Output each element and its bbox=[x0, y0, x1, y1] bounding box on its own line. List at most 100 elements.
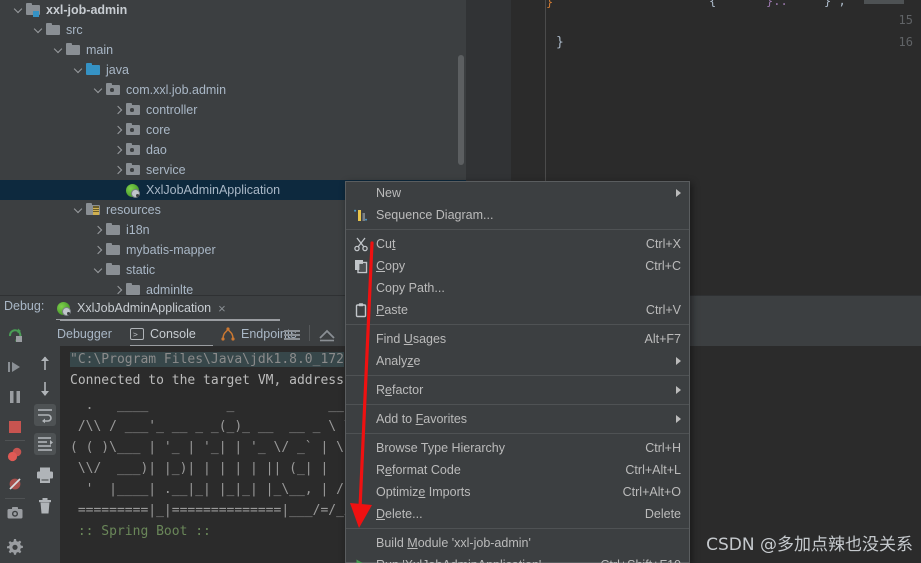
tree-item-label: dao bbox=[146, 143, 167, 157]
spring-boot-icon bbox=[56, 300, 72, 316]
watermark: CSDN @多加点辣也没关系 bbox=[706, 535, 913, 555]
tree-item-dao[interactable]: dao bbox=[0, 140, 466, 160]
run-icon bbox=[353, 557, 369, 563]
chevron-down-icon[interactable] bbox=[32, 24, 44, 36]
tree-item-service[interactable]: service bbox=[0, 160, 466, 180]
settings-icon[interactable] bbox=[5, 537, 25, 557]
tree-item-label: service bbox=[146, 163, 186, 177]
scroll-up-icon[interactable] bbox=[34, 353, 56, 375]
menu-item-delete[interactable]: Delete... Delete bbox=[346, 503, 689, 525]
paste-icon bbox=[353, 302, 369, 318]
code-fragment-top-3: }.. bbox=[766, 0, 788, 8]
menu-item-cut[interactable]: Cut Ctrl+X bbox=[346, 233, 689, 255]
tree-item-label: xxl-job-admin bbox=[46, 3, 128, 17]
menu-item-label: Cut bbox=[376, 237, 396, 251]
context-menu[interactable]: New Sequence Diagram... Cut Ctrl+X Copy Ctrl+… bbox=[345, 181, 690, 563]
menu-item-new[interactable]: New bbox=[346, 182, 689, 204]
submenu-arrow-icon bbox=[676, 386, 681, 394]
submenu-arrow-icon bbox=[676, 189, 681, 197]
screenshot-icon[interactable] bbox=[5, 503, 25, 523]
tree-item-src[interactable]: src bbox=[0, 20, 466, 40]
code-fragment-top-2: { bbox=[709, 0, 717, 8]
package-icon bbox=[105, 82, 121, 98]
menu-item-copy-path[interactable]: Copy Path... bbox=[346, 277, 689, 299]
chevron-right-icon[interactable] bbox=[92, 224, 104, 236]
menu-separator bbox=[346, 324, 689, 325]
tree-item-com-xxl-job-admin[interactable]: com.xxl.job.admin bbox=[0, 80, 466, 100]
console-actions-toolbar[interactable] bbox=[30, 320, 60, 563]
resume-program-icon[interactable] bbox=[5, 357, 25, 377]
console-icon: > bbox=[130, 328, 144, 340]
copy-icon bbox=[353, 258, 369, 274]
chevron-down-icon[interactable] bbox=[72, 204, 84, 216]
menu-item-run-xxljobadminapplication[interactable]: Run 'XxlJobAdminApplication' Ctrl+Shift+F… bbox=[346, 554, 689, 563]
menu-item-label: Analyze bbox=[376, 354, 421, 368]
menu-item-refactor[interactable]: Refactor bbox=[346, 379, 689, 401]
close-icon[interactable]: × bbox=[218, 302, 226, 315]
menu-item-reformat-code[interactable]: Reformat Code Ctrl+Alt+L bbox=[346, 459, 689, 481]
package-icon bbox=[125, 162, 141, 178]
print-icon[interactable] bbox=[34, 464, 56, 486]
menu-separator bbox=[346, 404, 689, 405]
menu-item-build-module-xxl-job-admin[interactable]: Build Module 'xxl-job-admin' bbox=[346, 532, 689, 554]
menu-item-label: Find Usages bbox=[376, 332, 447, 346]
view-breakpoints-icon[interactable] bbox=[5, 445, 25, 465]
menu-item-analyze[interactable]: Analyze bbox=[346, 350, 689, 372]
tree-item-label: XxlJobAdminApplication bbox=[146, 183, 281, 197]
folder-gray-icon bbox=[105, 262, 121, 278]
chevron-right-icon[interactable] bbox=[112, 164, 124, 176]
export-icon[interactable] bbox=[318, 328, 336, 347]
scroll-to-end-icon[interactable] bbox=[34, 433, 56, 455]
chevron-down-icon[interactable] bbox=[92, 84, 104, 96]
debug-actions-toolbar[interactable] bbox=[0, 320, 30, 563]
tree-item-core[interactable]: core bbox=[0, 120, 466, 140]
menu-item-optimize-imports[interactable]: Optimize Imports Ctrl+Alt+O bbox=[346, 481, 689, 503]
code-fragment-top-4: } ; bbox=[824, 0, 846, 8]
scroll-down-icon[interactable] bbox=[34, 378, 56, 400]
tree-item-xxl-job-admin[interactable]: xxl-job-admin bbox=[0, 0, 466, 20]
layout-icon[interactable] bbox=[283, 328, 301, 347]
pause-program-icon[interactable] bbox=[5, 387, 25, 407]
tab-debugger[interactable]: Debugger bbox=[57, 324, 112, 344]
chevron-down-icon[interactable] bbox=[72, 64, 84, 76]
tree-item-java[interactable]: java bbox=[0, 60, 466, 80]
mute-breakpoints-icon[interactable] bbox=[5, 474, 25, 494]
menu-item-sequence-diagram[interactable]: Sequence Diagram... bbox=[346, 204, 689, 226]
tree-item-controller[interactable]: controller bbox=[0, 100, 466, 120]
chevron-right-icon[interactable] bbox=[112, 124, 124, 136]
tab-console[interactable]: > Console bbox=[130, 324, 196, 344]
folder-gray-icon bbox=[65, 42, 81, 58]
chevron-down-icon[interactable] bbox=[92, 264, 104, 276]
menu-item-browse-type-hierarchy[interactable]: Browse Type Hierarchy Ctrl+H bbox=[346, 437, 689, 459]
stop-icon[interactable] bbox=[5, 417, 25, 437]
banner-line: . ____ _ __ _ _ bbox=[70, 398, 376, 413]
tab-console-label: Console bbox=[150, 327, 196, 341]
menu-item-find-usages[interactable]: Find Usages Alt+F7 bbox=[346, 328, 689, 350]
menu-item-copy[interactable]: Copy Ctrl+C bbox=[346, 255, 689, 277]
tree-item-main[interactable]: main bbox=[0, 40, 466, 60]
banner-line: =========|_|==============|___/=/_/_/_/ bbox=[70, 503, 384, 518]
debug-run-config-tab[interactable]: XxlJobAdminApplication × bbox=[56, 297, 226, 319]
chevron-down-icon[interactable] bbox=[12, 4, 24, 16]
banner-line: :: Spring Boot :: bbox=[70, 524, 211, 539]
rerun-icon[interactable] bbox=[5, 325, 25, 345]
tree-item-label: com.xxl.job.admin bbox=[126, 83, 227, 97]
idea-window: 15 16 } } { }.. } ; xxl-job-admin src main… bbox=[0, 0, 921, 563]
chevron-down-icon[interactable] bbox=[52, 44, 64, 56]
menu-separator bbox=[346, 229, 689, 230]
endpoints-icon bbox=[221, 327, 235, 341]
menu-item-paste[interactable]: Paste Ctrl+V bbox=[346, 299, 689, 321]
package-icon bbox=[125, 102, 141, 118]
toolbar-separator bbox=[309, 325, 310, 341]
chevron-right-icon[interactable] bbox=[92, 244, 104, 256]
debug-label: Debug: bbox=[4, 299, 45, 313]
clear-all-icon[interactable] bbox=[34, 495, 56, 517]
menu-separator bbox=[346, 528, 689, 529]
soft-wrap-icon[interactable] bbox=[34, 404, 56, 426]
chevron-right-icon[interactable] bbox=[112, 104, 124, 116]
menu-item-add-to-favorites[interactable]: Add to Favorites bbox=[346, 408, 689, 430]
chevron-right-icon[interactable] bbox=[112, 284, 124, 295]
menu-item-label: Paste bbox=[376, 303, 408, 317]
chevron-right-icon[interactable] bbox=[112, 144, 124, 156]
